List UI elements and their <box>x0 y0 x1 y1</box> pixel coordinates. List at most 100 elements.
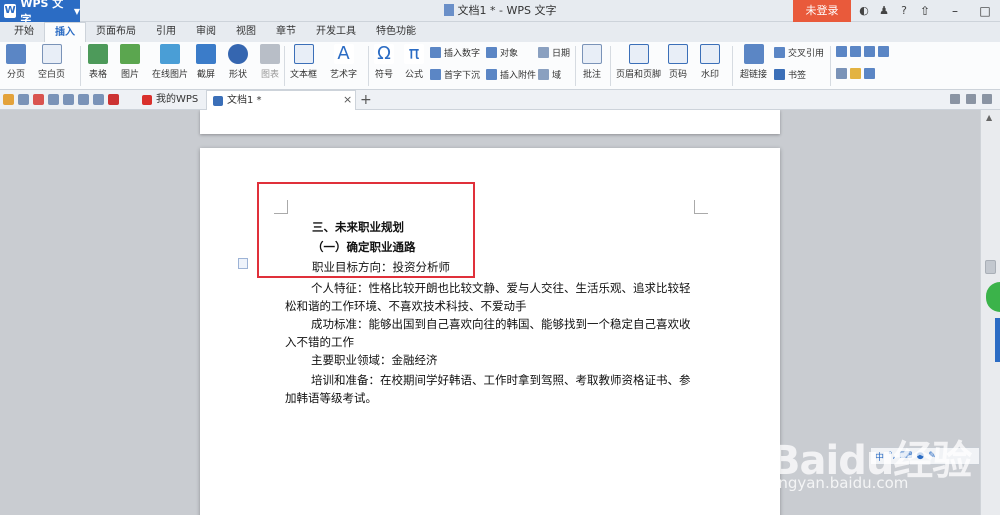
side-panel-toggle[interactable] <box>995 318 1000 362</box>
window-title-text: 文档1 * - WPS 文字 <box>457 4 557 17</box>
tab-2[interactable]: 页面布局 <box>86 22 146 42</box>
page-number-button[interactable]: 页码 <box>668 44 688 80</box>
attachment-label: 插入附件 <box>500 71 537 81</box>
page-number-icon <box>668 44 688 64</box>
export-pdf-icon[interactable] <box>33 94 44 105</box>
wordart-label: 艺术字 <box>330 70 358 80</box>
page-break-label: 分页 <box>6 70 25 80</box>
tab-3[interactable]: 引用 <box>146 22 186 42</box>
tab-8[interactable]: 特色功能 <box>366 22 426 42</box>
paragraph-handle-icon[interactable] <box>238 258 248 269</box>
symbol-button[interactable]: Ω 符号 <box>374 44 394 80</box>
design-mode-icon[interactable] <box>836 68 847 79</box>
formula-button[interactable]: π 公式 <box>404 44 424 80</box>
collapse-ribbon-icon[interactable] <box>982 94 992 104</box>
paragraph-training[interactable]: 培训和准备：在校期间学好韩语、工作时拿到驾照、考取教师资格证书、参加韩语等级考试… <box>285 371 695 407</box>
watermark-button[interactable]: 水印 <box>700 44 720 80</box>
chart-button[interactable]: 图表 <box>260 44 280 80</box>
tab-4[interactable]: 审阅 <box>186 22 226 42</box>
comment-label: 批注 <box>582 70 601 80</box>
textbox-button[interactable]: 文本框 <box>290 44 317 80</box>
shirt-icon[interactable]: ♟ <box>876 3 892 19</box>
blank-page-button[interactable]: 空白页 <box>38 44 65 80</box>
ribbon-tab-bar: 开始 插入 页面布局 引用 审阅 视图 章节 开发工具 特色功能 <box>0 22 1000 42</box>
attachment-button[interactable]: 插入附件 <box>486 68 536 81</box>
comment-icon <box>582 44 602 64</box>
previous-page <box>200 110 780 134</box>
paragraph-success-criteria[interactable]: 成功标准：能够出国到自己喜欢向往的韩国、能够找到一个稳定自己喜欢收入不错的工作 <box>285 315 695 351</box>
date-button[interactable]: 日期 <box>538 46 570 59</box>
wps-app-menu[interactable]: W WPS 文字 ▼ <box>0 0 80 26</box>
tab-7[interactable]: 开发工具 <box>306 22 366 42</box>
redo-icon[interactable] <box>93 94 104 105</box>
layout-icon[interactable] <box>966 94 976 104</box>
shape-icon <box>228 44 248 64</box>
print-icon[interactable] <box>48 94 59 105</box>
field-button[interactable]: 域 <box>538 68 561 81</box>
form-icon[interactable] <box>836 46 847 57</box>
form-field-icon[interactable] <box>850 46 861 57</box>
insert-number-button[interactable]: 插入数字 <box>430 46 480 59</box>
wordart-button[interactable]: A 艺术字 <box>330 44 358 81</box>
document-page[interactable]: 三、未来职业规划 （一）确定职业通路 职业目标方向：投资分析师 个人特征：性格比… <box>200 148 780 515</box>
cross-ref-icon <box>774 47 785 58</box>
customize-icon[interactable] <box>108 94 119 105</box>
header-footer-button[interactable]: 页眉和页脚 <box>616 44 661 80</box>
skin-icon[interactable]: ◐ <box>856 3 872 19</box>
header-footer-icon <box>628 44 649 64</box>
login-button[interactable]: 未登录 <box>793 0 851 22</box>
bookmark-icon <box>774 69 785 80</box>
online-picture-button[interactable]: 在线图片 <box>152 44 188 80</box>
undo-icon[interactable] <box>78 94 89 105</box>
tab-document-1-label: 文档1 * <box>227 94 262 106</box>
field-icon <box>538 69 549 80</box>
page-break-button[interactable]: 分页 <box>6 44 26 80</box>
save-icon[interactable] <box>18 94 29 105</box>
form-button-icon[interactable] <box>878 46 889 57</box>
view-mode-icon[interactable] <box>950 94 960 104</box>
pencil-icon[interactable] <box>850 68 861 79</box>
cross-ref-button[interactable]: 交叉引用 <box>774 46 824 59</box>
tab-1[interactable]: 插入 <box>44 22 86 42</box>
paragraph-personal-traits[interactable]: 个人特征：性格比较开朗也比较文静、爱与人交往、生活乐观、追求比较轻松和谐的工作环… <box>285 279 695 315</box>
minimize-button[interactable]: – <box>940 0 970 22</box>
object-button[interactable]: 对象 <box>486 46 518 59</box>
screenshot-button[interactable]: 截屏 <box>196 44 216 80</box>
open-icon[interactable] <box>3 94 14 105</box>
scroll-up-icon[interactable]: ▲ <box>986 113 992 122</box>
vertical-scrollbar[interactable]: ▲ <box>980 110 1000 515</box>
chevron-down-icon: ▼ <box>73 6 80 16</box>
tab-5[interactable]: 视图 <box>226 22 266 42</box>
cross-ref-label: 交叉引用 <box>788 49 825 59</box>
new-tab-icon[interactable]: + <box>360 90 372 110</box>
restore-up-icon[interactable]: ⇧ <box>910 0 940 22</box>
formula-label: 公式 <box>404 70 423 80</box>
drop-cap-button[interactable]: 首字下沉 <box>430 68 480 81</box>
close-icon[interactable]: × <box>343 90 352 110</box>
paragraph-career-field[interactable]: 主要职业领域：金融经济 <box>285 351 695 369</box>
picture-icon <box>120 44 140 64</box>
maximize-button[interactable]: □ <box>970 0 1000 22</box>
table-button[interactable]: 表格 <box>88 44 108 80</box>
form-list-icon[interactable] <box>864 46 875 57</box>
tab-6[interactable]: 章节 <box>266 22 306 42</box>
bookmark-button[interactable]: 书签 <box>774 68 806 81</box>
ribbon-insert: 分页 空白页 表格 图片 在线图片 截屏 形状 图表 文本框 A 艺术字 Ω 符号 … <box>0 42 1000 90</box>
scroll-thumb[interactable] <box>985 260 996 274</box>
tab-0[interactable]: 开始 <box>4 22 44 42</box>
tab-document-1[interactable]: 文档1 * <box>206 90 356 110</box>
tab-my-wps[interactable]: 我的WPS <box>136 90 204 110</box>
insert-number-label: 插入数字 <box>444 49 481 59</box>
document-icon <box>213 95 223 106</box>
print-preview-icon[interactable] <box>63 94 74 105</box>
textbox-icon <box>293 44 314 64</box>
quick-access-bar: 我的WPS 文档1 * × + <box>0 90 1000 110</box>
picture-button[interactable]: 图片 <box>120 44 140 80</box>
extra-tools-row-2 <box>836 68 878 79</box>
lock-icon[interactable] <box>864 68 875 79</box>
comment-button[interactable]: 批注 <box>582 44 602 80</box>
hyperlink-button[interactable]: 超链接 <box>740 44 767 80</box>
calendar-icon <box>538 47 549 58</box>
shape-button[interactable]: 形状 <box>228 44 248 80</box>
baidu-watermark-url: jingyan.baidu.com <box>770 474 909 492</box>
